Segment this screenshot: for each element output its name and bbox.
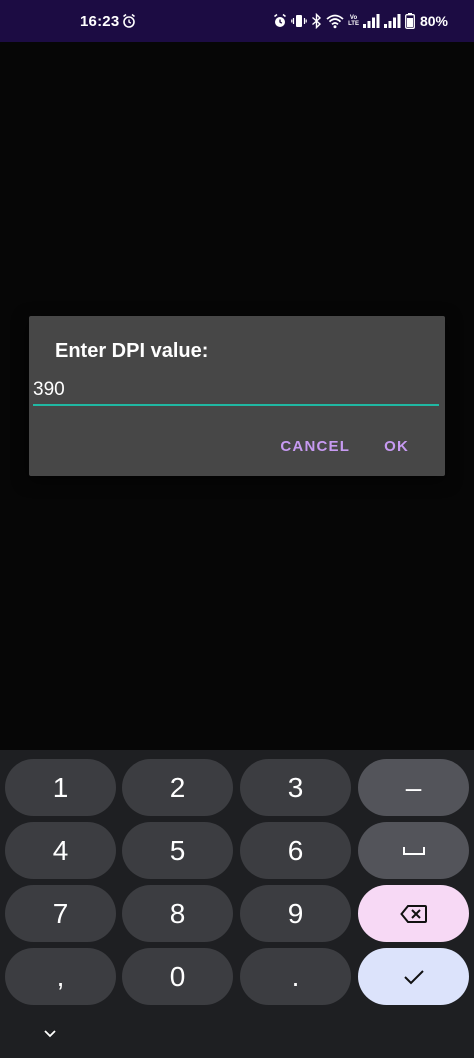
dpi-dialog: Enter DPI value: CANCEL OK	[29, 316, 445, 476]
dpi-input[interactable]	[33, 376, 439, 406]
ok-button[interactable]: OK	[384, 438, 409, 455]
status-time: 16:23	[80, 13, 120, 30]
cancel-button[interactable]: CANCEL	[280, 438, 350, 455]
done-key[interactable]	[358, 948, 469, 1005]
key-9[interactable]: 9	[240, 885, 351, 942]
vibrate-icon	[291, 15, 307, 27]
key-4[interactable]: 4	[5, 822, 116, 879]
key-minus[interactable]: –	[358, 759, 469, 816]
wifi-icon	[326, 14, 344, 29]
status-bar: 16:23 Vo LTE 80%	[0, 0, 474, 42]
alarm-icon	[274, 13, 287, 27]
lte-label-bottom: LTE	[348, 21, 359, 27]
bluetooth-icon	[312, 13, 322, 29]
key-5[interactable]: 5	[122, 822, 233, 879]
backspace-icon	[399, 904, 427, 923]
key-0[interactable]: 0	[122, 948, 233, 1005]
checkmark-icon	[403, 969, 424, 984]
signal-icon	[362, 14, 380, 28]
backspace-key[interactable]	[358, 885, 469, 942]
key-6[interactable]: 6	[240, 822, 351, 879]
key-1[interactable]: 1	[5, 759, 116, 816]
key-period[interactable]: .	[240, 948, 351, 1005]
chevron-down-icon[interactable]	[40, 1024, 60, 1044]
status-icons: Vo LTE 80%	[273, 11, 448, 31]
key-8[interactable]: 8	[122, 885, 233, 942]
space-icon	[402, 846, 425, 855]
screen: 16:23 Vo LTE 80% Enter DPI value: 390 CA…	[0, 0, 474, 1058]
key-7[interactable]: 7	[5, 885, 116, 942]
dialog-title: Enter DPI value:	[55, 340, 209, 362]
signal-icon-2	[383, 14, 401, 28]
key-2[interactable]: 2	[122, 759, 233, 816]
battery-percent: 80%	[419, 13, 448, 29]
alarm-icon	[123, 13, 135, 28]
key-3[interactable]: 3	[240, 759, 351, 816]
lte-icon: Vo LTE	[348, 15, 359, 27]
dialog-actions: CANCEL OK	[280, 434, 445, 458]
space-key[interactable]	[358, 822, 469, 879]
battery-icon	[405, 13, 415, 29]
key-comma[interactable]: ,	[5, 948, 116, 1005]
